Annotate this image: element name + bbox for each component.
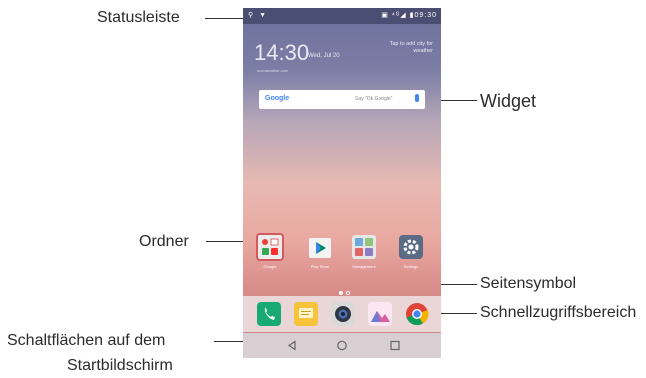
- app-label: Google: [263, 264, 277, 269]
- app-label: Management: [352, 264, 376, 269]
- folder-contents-icon: [262, 238, 279, 255]
- recents-icon[interactable]: [390, 340, 400, 351]
- management-folder-icon[interactable]: [351, 234, 377, 260]
- phone-screen: ⚲ ▼ ▣ ⁴ᴳ◢ ▮09:30 14:30 Wed, Jul 20 Tap t…: [243, 8, 441, 358]
- back-icon[interactable]: [287, 340, 296, 351]
- app-label: Play Store: [310, 264, 330, 269]
- status-bar: ⚲ ▼ ▣ ⁴ᴳ◢ ▮09:30: [243, 8, 441, 24]
- app-folder[interactable]: [256, 233, 284, 261]
- page-indicator[interactable]: [337, 283, 353, 296]
- callout-line-quick-access: [441, 313, 477, 314]
- google-search-widget[interactable]: Google Say "Ok Google": [259, 90, 425, 109]
- weather-hint[interactable]: Tap to add city for weather: [375, 41, 433, 55]
- callout-line-home-buttons: [214, 341, 243, 342]
- messaging-icon[interactable]: [293, 301, 319, 327]
- mic-icon[interactable]: [415, 94, 419, 102]
- app-label: Settings: [403, 264, 419, 269]
- chrome-icon[interactable]: [404, 301, 430, 327]
- status-time: 09:30: [414, 12, 437, 19]
- google-logo: Google: [265, 95, 290, 102]
- callout-folder: Ordner: [139, 233, 189, 250]
- clock-widget-time[interactable]: 14:30: [254, 40, 309, 66]
- home-icon[interactable]: [337, 340, 347, 351]
- callout-statusbar: Statusleiste: [97, 9, 180, 26]
- settings-icon[interactable]: [398, 234, 424, 260]
- callout-line-widget: [441, 100, 477, 101]
- home-screen-buttons: [243, 333, 441, 358]
- gallery-icon[interactable]: [367, 301, 393, 327]
- callout-quick-access: Schnellzugriffsbereich: [480, 304, 637, 321]
- weather-source: accuweather.com: [257, 68, 289, 73]
- camera-icon[interactable]: [330, 301, 356, 327]
- quick-access-area: [243, 296, 441, 332]
- status-right: ▣ ⁴ᴳ◢ ▮09:30: [381, 11, 437, 19]
- phone-icon[interactable]: [256, 301, 282, 327]
- play-store-icon[interactable]: [307, 234, 333, 260]
- notification-icons: ⚲ ▼: [248, 12, 268, 19]
- callout-page-indicator: Seitensymbol: [480, 275, 577, 292]
- callout-home-buttons-2: Startbildschirm: [67, 357, 173, 374]
- clock-widget-date: Wed, Jul 20: [308, 53, 340, 59]
- callout-line-statusbar: [205, 18, 243, 19]
- signal-icons: ▣ ⁴ᴳ◢ ▮: [381, 12, 415, 19]
- callout-home-buttons-1: Schaltflächen auf dem: [7, 332, 166, 349]
- callout-widget: Widget: [480, 91, 537, 111]
- search-hint: Say "Ok Google": [355, 96, 393, 102]
